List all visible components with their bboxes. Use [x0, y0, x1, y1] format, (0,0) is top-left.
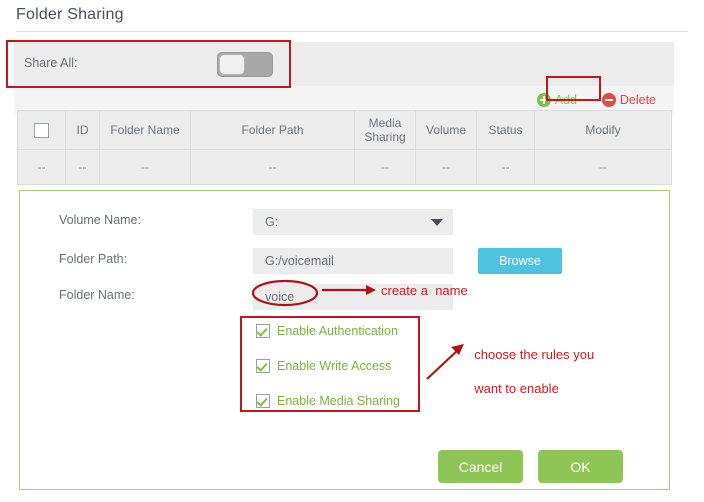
share-all-label: Share All: [24, 56, 78, 70]
cell-folder-path: -- [190, 149, 355, 185]
table-header-id: ID [65, 110, 100, 150]
chevron-down-icon [431, 219, 443, 226]
volume-name-control: G: [253, 209, 453, 235]
table-header-modify: Modify [534, 110, 672, 150]
media-sharing-line-1: Media [368, 116, 402, 130]
volume-name-row: Volume Name: G: [20, 209, 669, 235]
table-header-status: Status [476, 110, 535, 150]
enable-write-access-label: Enable Write Access [277, 359, 392, 373]
folder-name-label: Folder Name: [59, 288, 135, 302]
toggle-knob [219, 54, 245, 75]
checkbox-checked-icon [256, 394, 270, 408]
table-header-media-sharing: Media Sharing [354, 110, 416, 150]
enable-authentication-label: Enable Authentication [277, 324, 398, 338]
table-header-volume: Volume [415, 110, 477, 150]
folder-sharing-form: Volume Name: G: Folder Path: Browse Fold… [19, 190, 670, 490]
plus-circle-icon [536, 93, 551, 107]
delete-button-label: Delete [619, 93, 656, 107]
enable-write-access-checkbox[interactable]: Enable Write Access [256, 357, 391, 375]
volume-name-label: Volume Name: [59, 213, 141, 227]
cell-select: -- [17, 149, 66, 185]
browse-button[interactable]: Browse [478, 248, 562, 274]
minus-circle-icon [601, 93, 616, 107]
folder-sharing-table: ID Folder Name Folder Path Media Sharing… [17, 110, 672, 185]
enable-media-sharing-label: Enable Media Sharing [277, 394, 400, 408]
page-title: Folder Sharing [16, 6, 124, 23]
checkbox-checked-icon [256, 359, 270, 373]
rules-checkbox-group: Enable Authentication Enable Write Acces… [248, 319, 417, 410]
table-row: -- -- -- -- -- -- -- -- [17, 149, 672, 185]
checkbox-checked-icon [256, 324, 270, 338]
folder-path-label: Folder Path: [59, 252, 128, 266]
table-header-row: ID Folder Name Folder Path Media Sharing… [17, 110, 672, 150]
volume-name-value: G: [265, 215, 279, 229]
media-sharing-line-2: Sharing [364, 130, 406, 144]
cell-status: -- [476, 149, 535, 185]
cancel-button[interactable]: Cancel [438, 450, 523, 483]
share-all-toggle[interactable] [217, 52, 273, 77]
title-divider [16, 31, 688, 32]
cell-media-sharing: -- [354, 149, 416, 185]
cell-id: -- [65, 149, 100, 185]
folder-name-row: Folder Name: [20, 284, 669, 310]
share-all-bar: Share All: [14, 42, 674, 86]
folder-name-control [253, 284, 453, 310]
cell-folder-name: -- [99, 149, 191, 185]
enable-authentication-checkbox[interactable]: Enable Authentication [256, 322, 398, 340]
enable-media-sharing-checkbox[interactable]: Enable Media Sharing [256, 392, 400, 410]
table-header-folder-path: Folder Path [190, 110, 355, 150]
select-all-checkbox[interactable] [34, 122, 49, 138]
volume-name-select[interactable]: G: [253, 209, 453, 235]
delete-button[interactable]: Delete [601, 90, 656, 110]
folder-name-input[interactable] [253, 284, 453, 310]
table-header-folder-name: Folder Name [99, 110, 191, 150]
add-button[interactable]: Add [536, 90, 577, 110]
cell-modify: -- [534, 149, 672, 185]
folder-path-input[interactable] [253, 248, 453, 274]
table-header-select-all[interactable] [17, 110, 66, 150]
ok-button[interactable]: OK [538, 450, 623, 483]
folder-path-control [253, 248, 453, 274]
cell-volume: -- [415, 149, 477, 185]
folder-path-row: Folder Path: Browse [20, 248, 669, 274]
add-button-label: Add [554, 93, 577, 107]
